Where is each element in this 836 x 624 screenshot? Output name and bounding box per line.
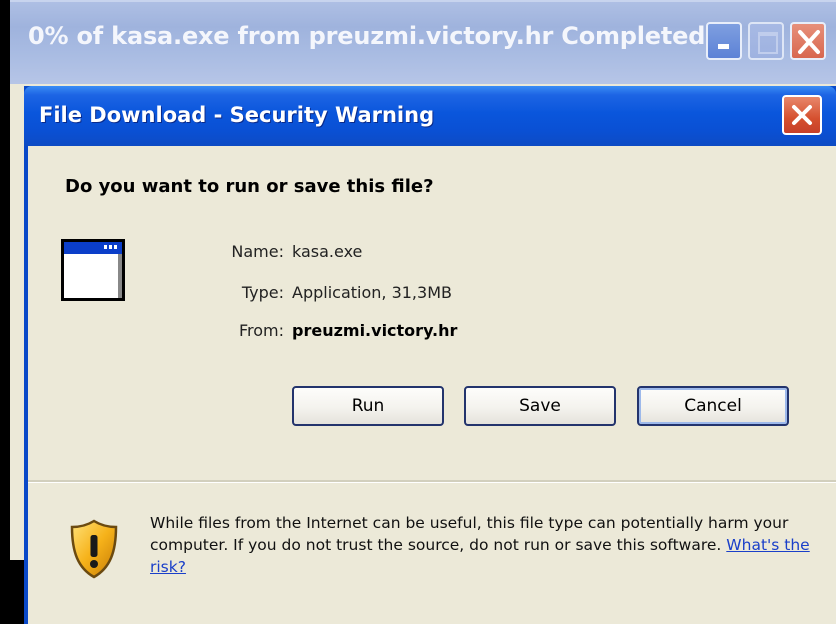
from-value: preuzmi.victory.hr bbox=[292, 321, 458, 340]
background-close-button[interactable] bbox=[790, 22, 826, 60]
dialog-title: File Download - Security Warning bbox=[39, 103, 435, 127]
minimize-button[interactable] bbox=[706, 22, 742, 60]
background-window-titlebar[interactable]: 0% of kasa.exe from preuzmi.victory.hr C… bbox=[10, 0, 836, 86]
name-label: Name: bbox=[231, 242, 284, 261]
name-value: kasa.exe bbox=[292, 242, 363, 261]
maximize-icon bbox=[758, 32, 778, 54]
from-label: From: bbox=[238, 321, 284, 340]
maximize-button[interactable] bbox=[748, 22, 784, 60]
shield-warning-icon bbox=[70, 519, 118, 579]
minimize-icon bbox=[718, 44, 729, 49]
dialog-client-area: Do you want to run or save this file? Na… bbox=[28, 146, 836, 624]
cancel-button[interactable]: Cancel bbox=[637, 386, 789, 426]
divider bbox=[28, 480, 836, 483]
warning-message: While files from the Internet can be use… bbox=[150, 512, 810, 578]
warning-text: While files from the Internet can be use… bbox=[150, 514, 789, 554]
security-warning-dialog: File Download - Security Warning Do you … bbox=[24, 86, 836, 624]
background-window-title: 0% of kasa.exe from preuzmi.victory.hr C… bbox=[28, 22, 706, 50]
type-value: Application, 31,3MB bbox=[292, 283, 452, 302]
dialog-question: Do you want to run or save this file? bbox=[65, 176, 434, 197]
close-icon bbox=[792, 105, 812, 125]
save-button[interactable]: Save bbox=[464, 386, 616, 426]
dialog-close-button[interactable] bbox=[782, 95, 822, 135]
run-button[interactable]: Run bbox=[292, 386, 444, 426]
dialog-titlebar[interactable]: File Download - Security Warning bbox=[24, 86, 836, 146]
type-label: Type: bbox=[241, 283, 284, 302]
close-icon bbox=[798, 30, 820, 54]
application-window-icon bbox=[61, 239, 125, 301]
